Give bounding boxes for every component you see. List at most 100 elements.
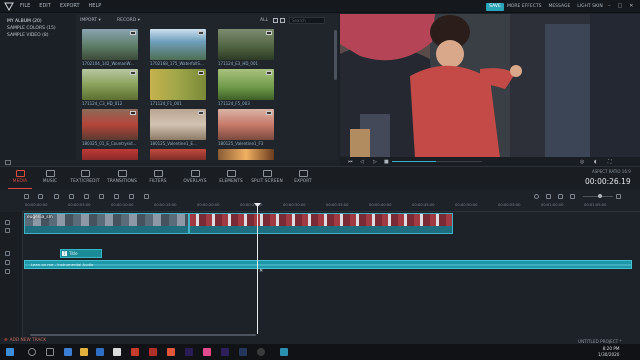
light-skin-link[interactable]: LIGHT SKIN: [577, 2, 602, 11]
app-icon[interactable]: [149, 348, 157, 356]
close-icon[interactable]: ✕: [629, 2, 633, 11]
media-thumbnail[interactable]: [218, 69, 274, 100]
more-effects-link[interactable]: MORE EFFECTS: [507, 2, 541, 11]
windows-start-icon[interactable]: [6, 348, 14, 356]
menu-file[interactable]: FILE: [20, 2, 30, 11]
search-icon[interactable]: [28, 348, 36, 356]
tab-export[interactable]: EXPORT: [283, 170, 323, 184]
audio-clip[interactable]: Lean on me - Instrumental Audio: [24, 260, 632, 269]
list-view-icon[interactable]: [280, 18, 285, 23]
media-thumbnail[interactable]: [218, 109, 274, 140]
album-sample-video[interactable]: SAMPLE VIDEO (8): [7, 33, 48, 38]
zoom-slider-knob[interactable]: [598, 194, 602, 198]
snap-icon[interactable]: [558, 194, 563, 199]
media-thumbnail[interactable]: [82, 69, 138, 100]
tab-filters[interactable]: FILTERS: [138, 170, 178, 184]
delete-icon[interactable]: [54, 194, 59, 199]
tab-elements[interactable]: ELEMENTS: [211, 170, 251, 184]
snapshot-icon[interactable]: ◎: [580, 159, 584, 165]
zoom-out-icon[interactable]: [570, 194, 575, 199]
message-link[interactable]: MESSAGE: [548, 2, 570, 11]
video-track-icon[interactable]: [5, 220, 10, 225]
audio-clip-label: Lean on me - Instrumental Audio: [31, 262, 94, 267]
media-thumbnail[interactable]: [82, 109, 138, 140]
audio-mixer-icon[interactable]: [129, 194, 134, 199]
preview-controls: ⏮ ◁ ▷ ■ ◎ ◖ ⛶: [340, 157, 640, 166]
folder-icon[interactable]: [5, 160, 11, 165]
redo-icon[interactable]: [38, 194, 43, 199]
tab-overlays[interactable]: OVERLAYS: [175, 170, 215, 184]
maximize-icon[interactable]: □: [618, 2, 623, 11]
file-explorer-icon[interactable]: [80, 348, 88, 356]
tab-text-credit[interactable]: TEXT/CREDIT: [65, 170, 105, 184]
preview-progress[interactable]: [392, 161, 482, 162]
voiceover-icon[interactable]: [144, 194, 149, 199]
app-icon[interactable]: [203, 348, 211, 356]
windows-taskbar: [0, 344, 640, 360]
tab-transitions[interactable]: TRANSITIONS: [102, 170, 142, 184]
marker-icon[interactable]: [546, 194, 551, 199]
text-track-icon[interactable]: [5, 251, 10, 256]
play-icon[interactable]: ▷: [373, 159, 377, 165]
color-icon[interactable]: [114, 194, 119, 199]
audio-track-icon[interactable]: [5, 260, 10, 265]
album-sample-colors[interactable]: SAMPLE COLORS (15): [7, 26, 56, 31]
title-clip[interactable]: T Title: [60, 249, 102, 258]
cut-icon[interactable]: [69, 194, 74, 199]
playhead-line[interactable]: [257, 204, 258, 334]
album-my-album[interactable]: MY ALBUM (20): [7, 19, 42, 24]
preview-player[interactable]: [340, 14, 640, 158]
library-scrollbar[interactable]: [334, 30, 337, 80]
app-icon[interactable]: [167, 348, 175, 356]
skip-back-icon[interactable]: ⏮: [348, 159, 353, 165]
media-thumbnail[interactable]: [218, 29, 274, 60]
filmora-taskbar-icon[interactable]: [280, 348, 288, 356]
filter-dropdown[interactable]: ALL: [260, 18, 268, 23]
media-thumbnail[interactable]: [82, 29, 138, 60]
volume-icon[interactable]: ◖: [594, 159, 597, 165]
timeline-ruler[interactable]: 00:00:00:00 00:00:05:00 00:00:10:00 00:0…: [23, 202, 640, 212]
video-clip[interactable]: [189, 213, 453, 234]
search-input[interactable]: Search: [289, 17, 325, 24]
system-clock[interactable]: 8:20 PM 1/30/2020: [598, 346, 619, 358]
menu-edit[interactable]: EDIT: [39, 2, 51, 11]
app-icon[interactable]: [221, 348, 229, 356]
media-thumbnail[interactable]: [150, 29, 206, 60]
aspect-ratio-label[interactable]: ASPECT RATIO 16:9: [592, 169, 631, 174]
tab-music[interactable]: MUSIC: [30, 170, 70, 184]
fullscreen-icon[interactable]: ⛶: [608, 159, 612, 165]
timeline-scrollbar[interactable]: [30, 334, 256, 336]
menu-help[interactable]: HELP: [89, 2, 102, 11]
mail-icon[interactable]: [113, 348, 121, 356]
add-track-button[interactable]: ⊕ ADD NEW TRACK: [4, 338, 46, 343]
stop-icon[interactable]: ■: [384, 159, 389, 165]
zoom-in-icon[interactable]: [616, 194, 621, 199]
media-thumbnail[interactable]: [150, 149, 206, 160]
speaker-icon[interactable]: [5, 269, 10, 274]
app-icon[interactable]: [239, 348, 247, 356]
app-icon[interactable]: [257, 348, 265, 356]
tab-split-screen[interactable]: SPLIT SCREEN: [247, 170, 287, 184]
speed-icon[interactable]: [99, 194, 104, 199]
grid-view-icon[interactable]: [273, 18, 278, 23]
media-thumbnail[interactable]: [150, 109, 206, 140]
crop-icon[interactable]: [84, 194, 89, 199]
save-button[interactable]: SAVE: [486, 3, 504, 11]
menu-export[interactable]: EXPORT: [60, 2, 80, 11]
edge-icon[interactable]: [64, 348, 72, 356]
undo-icon[interactable]: [24, 194, 29, 199]
record-dropdown[interactable]: RECORD ▾: [117, 18, 140, 23]
render-icon[interactable]: [534, 194, 539, 199]
minimize-icon[interactable]: –: [608, 2, 611, 11]
store-icon[interactable]: [96, 348, 104, 356]
task-view-icon[interactable]: [46, 348, 54, 356]
media-thumbnail[interactable]: [150, 69, 206, 100]
video-clip[interactable]: eugenia_sm: [24, 213, 189, 234]
media-thumbnail[interactable]: [82, 149, 138, 160]
app-icon[interactable]: [131, 348, 139, 356]
premiere-icon[interactable]: [185, 348, 193, 356]
prev-frame-icon[interactable]: ◁: [360, 159, 364, 165]
import-dropdown[interactable]: IMPORT ▾: [80, 18, 101, 23]
media-thumbnail[interactable]: [218, 149, 274, 160]
lock-icon[interactable]: [5, 228, 10, 233]
